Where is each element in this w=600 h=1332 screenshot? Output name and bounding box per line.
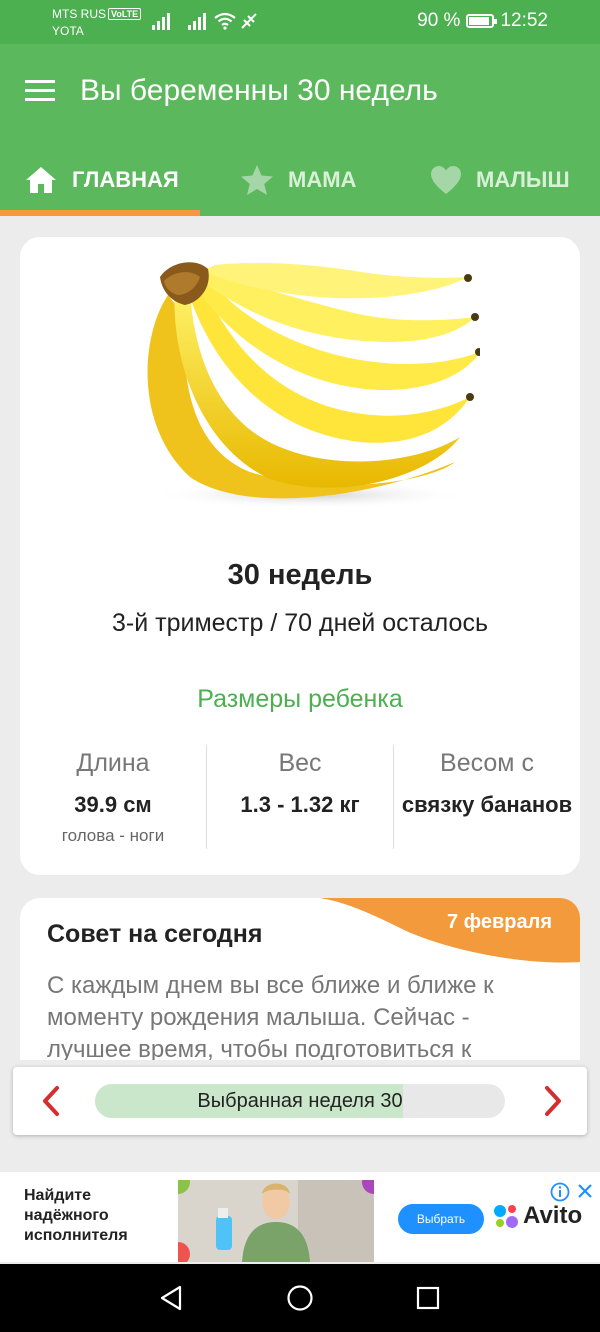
previous-week-button[interactable] xyxy=(35,1084,69,1118)
status-right: 90 % 12:52 xyxy=(417,10,548,32)
weight-value: 1.3 - 1.32 кг xyxy=(240,792,360,817)
tab-mom-label: МАМА xyxy=(288,167,357,192)
ad-text-line: исполнителя xyxy=(24,1227,128,1244)
ad-text-line: надёжного xyxy=(24,1207,109,1224)
ad-banner[interactable]: Найдите надёжного исполнителя Выбрать Av… xyxy=(0,1172,600,1262)
data-saver-icon xyxy=(241,13,257,29)
close-icon[interactable] xyxy=(576,1182,594,1200)
avito-brand: Avito xyxy=(523,1202,583,1229)
comparison-label: Весом с xyxy=(440,749,534,777)
tip-card[interactable]: 7 февраля Совет на сегодня С каждым днем… xyxy=(20,898,580,1060)
heart-icon xyxy=(431,166,461,194)
page-title: Вы беременны 30 недель xyxy=(80,74,438,107)
sizes-title: Размеры ребенка xyxy=(197,685,403,713)
menu-icon[interactable] xyxy=(25,80,55,102)
wifi-icon xyxy=(214,12,236,30)
week-card: 30 недель 3-й триместр / 70 дней осталос… xyxy=(20,237,580,875)
back-icon[interactable] xyxy=(158,1284,184,1312)
battery-percent: 90 % xyxy=(417,10,461,31)
week-selector: Выбранная неделя 30 xyxy=(13,1067,587,1135)
weeks-count: 30 недель xyxy=(227,559,373,591)
carrier-1: MTS RUS xyxy=(52,7,106,21)
tab-baby[interactable]: МАЛЫШ xyxy=(430,160,570,200)
ad-select-button[interactable]: Выбрать xyxy=(398,1204,484,1234)
week-progress: Выбранная неделя 30 xyxy=(95,1084,505,1118)
clock: 12:52 xyxy=(500,10,548,31)
avito-logo: Avito xyxy=(492,1202,582,1230)
tab-indicator xyxy=(0,210,200,216)
info-icon[interactable] xyxy=(550,1182,570,1202)
signal-icon xyxy=(152,12,172,30)
status-bar: MTS RUS VoLTE YOTA 90 % 12:52 xyxy=(0,0,600,44)
tab-baby-label: МАЛЫШ xyxy=(476,167,570,192)
ad-controls xyxy=(550,1182,594,1202)
star-icon xyxy=(241,165,273,195)
system-navigation-bar xyxy=(0,1264,600,1332)
home-nav-icon[interactable] xyxy=(286,1284,314,1312)
avito-dots-icon xyxy=(494,1205,518,1228)
tip-date: 7 февраля xyxy=(446,911,552,933)
signal-icon-2 xyxy=(188,12,208,30)
tab-main-label: ГЛАВНАЯ xyxy=(72,167,179,192)
tab-mom[interactable]: МАМА xyxy=(240,160,356,200)
trimester-info: 3-й триместр / 70 дней осталось xyxy=(112,609,488,637)
tip-title: Совет на сегодня xyxy=(47,920,263,948)
volte-badge: VoLTE xyxy=(108,8,142,20)
carrier-2: YOTA xyxy=(52,24,84,38)
ad-image xyxy=(178,1180,374,1262)
length-sub: голова - ноги xyxy=(61,826,165,845)
weight-column: Вес 1.3 - 1.32 кг xyxy=(207,749,393,818)
ad-text-line: Найдите xyxy=(24,1187,92,1204)
weight-label: Вес xyxy=(278,749,322,777)
carrier-info: MTS RUS VoLTE YOTA xyxy=(52,6,142,40)
tip-text: С каждым днем вы все ближе и ближе к мом… xyxy=(47,972,494,1060)
next-week-button[interactable] xyxy=(535,1084,569,1118)
ad-text: Найдите надёжного исполнителя xyxy=(24,1186,128,1246)
battery-icon xyxy=(466,14,498,28)
length-column: Длина 39.9 см голова - ноги xyxy=(20,749,206,846)
comparison-value: связку бананов xyxy=(401,792,573,817)
length-value: 39.9 см xyxy=(74,792,152,817)
app-bar: Вы беременны 30 недель ГЛАВНАЯ МАМА МАЛЫ… xyxy=(0,44,600,216)
length-label: Длина xyxy=(76,749,150,777)
home-icon xyxy=(26,167,56,193)
banana-image xyxy=(147,262,480,509)
comparison-column: Весом с связку бананов xyxy=(394,749,580,818)
tab-main[interactable]: ГЛАВНАЯ xyxy=(24,160,179,200)
week-label: Выбранная неделя 30 xyxy=(197,1090,403,1112)
recents-icon[interactable] xyxy=(415,1284,441,1312)
